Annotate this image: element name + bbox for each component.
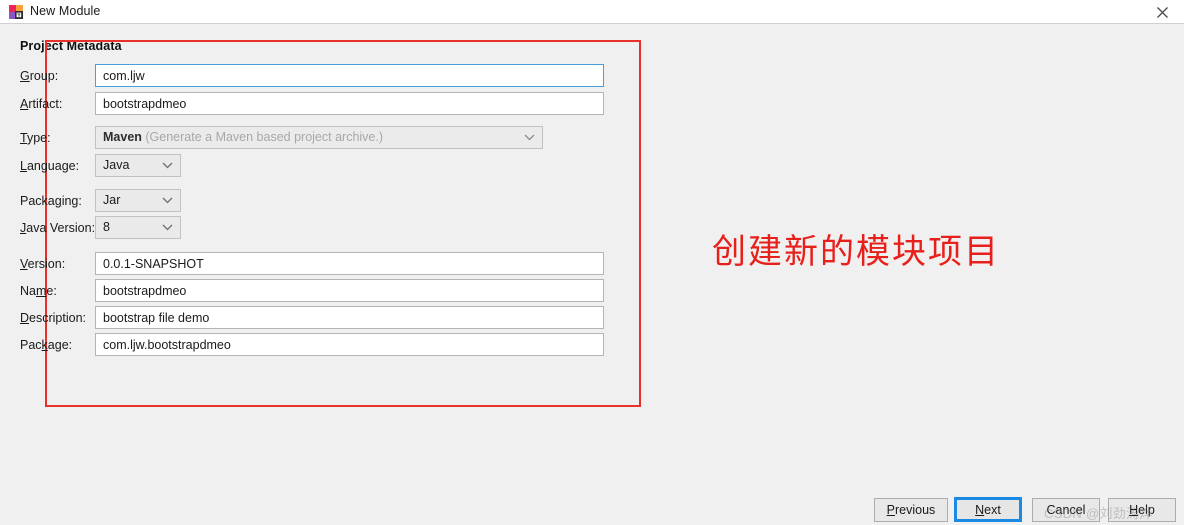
chevron-down-icon — [524, 127, 535, 148]
label-type: Type: — [20, 131, 51, 145]
type-hint: (Generate a Maven based project archive.… — [145, 130, 384, 144]
packaging-combobox[interactable]: Jar — [95, 189, 181, 212]
group-input[interactable] — [95, 64, 604, 87]
java-version-value: 8 — [103, 220, 110, 234]
previous-button-label: Previous — [886, 503, 936, 517]
type-value: Maven — [103, 130, 142, 144]
label-artifact: Artifact: — [20, 97, 63, 111]
help-button-label: Help — [1129, 503, 1155, 517]
type-combobox[interactable]: Maven (Generate a Maven based project ar… — [95, 126, 543, 149]
packaging-value: Jar — [103, 193, 121, 207]
artifact-input[interactable] — [95, 92, 604, 115]
label-name: Name: — [20, 284, 57, 298]
next-button[interactable]: Next — [954, 497, 1022, 522]
label-version: Version: — [20, 257, 66, 271]
title-bar: New Module — [0, 0, 1184, 24]
close-icon[interactable] — [1140, 0, 1184, 24]
chevron-down-icon — [162, 217, 173, 238]
cancel-button-label: Cancel — [1046, 503, 1086, 517]
language-combobox[interactable]: Java — [95, 154, 181, 177]
help-button[interactable]: Help — [1108, 498, 1176, 522]
chevron-down-icon — [162, 190, 173, 211]
label-language: Language: — [20, 159, 80, 173]
java-version-combobox[interactable]: 8 — [95, 216, 181, 239]
label-package: Package: — [20, 338, 73, 352]
version-input[interactable] — [95, 252, 604, 275]
label-packaging: Packaging: — [20, 194, 82, 208]
description-input[interactable] — [95, 306, 604, 329]
label-java-version: Java Version: — [20, 221, 96, 235]
cancel-button[interactable]: Cancel — [1032, 498, 1100, 522]
annotation-text: 创建新的模块项目 — [712, 232, 1000, 272]
dialog-content: Project Metadata Group: Artifact: Type: … — [0, 24, 1184, 525]
intellij-idea-icon — [9, 5, 23, 19]
next-button-label: Next — [975, 502, 1001, 517]
language-value: Java — [103, 158, 130, 172]
package-input[interactable] — [95, 333, 604, 356]
chevron-down-icon — [162, 155, 173, 176]
previous-button[interactable]: Previous — [874, 498, 948, 522]
page-title: Project Metadata — [20, 39, 122, 53]
label-description: Description: — [20, 311, 87, 325]
window-title: New Module — [30, 4, 101, 18]
label-group: Group: — [20, 69, 59, 83]
name-input[interactable] — [95, 279, 604, 302]
